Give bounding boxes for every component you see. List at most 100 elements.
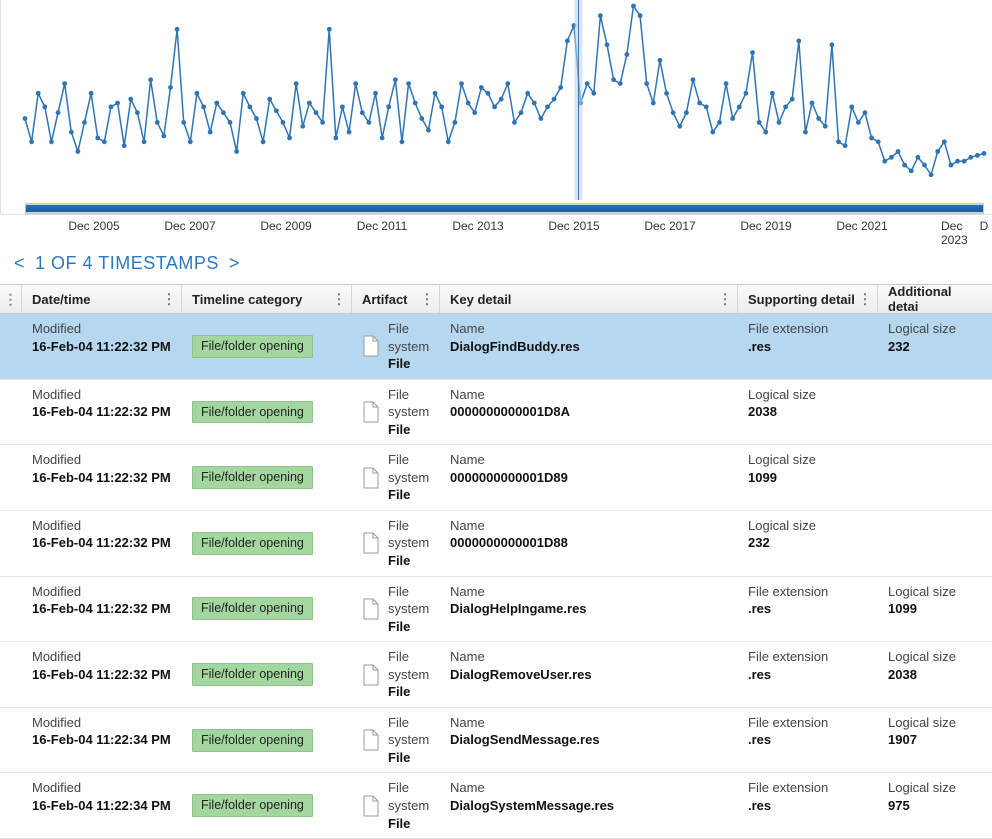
table-row[interactable]: Modified16-Feb-04 11:22:32 PMFile/folder… xyxy=(0,642,992,708)
cell-datetime: Modified16-Feb-04 11:22:32 PM xyxy=(22,380,182,445)
column-artifact[interactable]: Artifact ⋮ xyxy=(352,285,440,313)
chart-svg xyxy=(1,0,992,215)
x-axis-tick: Dec 2011 xyxy=(357,219,407,233)
results-grid-body[interactable]: Modified16-Feb-04 11:22:32 PMFile/folder… xyxy=(0,314,992,839)
cell-category: File/folder opening xyxy=(182,380,352,445)
x-axis-tick: Dec 2023 xyxy=(941,219,975,247)
cell-keydetail: Name0000000000001D8A xyxy=(440,380,738,445)
column-label: Additional detai xyxy=(888,284,982,314)
column-menu-icon[interactable]: ⋮ xyxy=(718,291,731,308)
cell-category: File/folder opening xyxy=(182,642,352,707)
column-menu-icon[interactable]: ⋮ xyxy=(420,291,433,308)
cell-supporting: File extension.res xyxy=(738,577,878,642)
x-axis-tick: Dec 2017 xyxy=(644,219,695,233)
cell-keydetail: NameDialogSystemMessage.res xyxy=(440,773,738,838)
file-icon xyxy=(362,532,380,554)
cell-supporting: File extension.res xyxy=(738,642,878,707)
pager-prev-button[interactable]: < xyxy=(14,253,25,274)
cell-artifact: File systemFile xyxy=(352,577,440,642)
cell-artifact: File systemFile xyxy=(352,642,440,707)
column-menu-icon[interactable]: ⋮ xyxy=(858,291,871,308)
category-pill: File/folder opening xyxy=(192,401,313,424)
cell-keydetail: Name0000000000001D89 xyxy=(440,445,738,510)
pager-next-button[interactable]: > xyxy=(229,253,240,274)
cell-category: File/folder opening xyxy=(182,314,352,379)
category-pill: File/folder opening xyxy=(192,335,313,358)
column-supporting[interactable]: Supporting detail ⋮ xyxy=(738,285,878,313)
cell-datetime: Modified16-Feb-04 11:22:32 PM xyxy=(22,511,182,576)
x-axis-tick: Dec 2015 xyxy=(548,219,599,233)
chart-scrollbar-thumb[interactable] xyxy=(26,205,983,212)
x-axis-tick: Dec 2007 xyxy=(164,219,215,233)
file-icon xyxy=(362,664,380,686)
results-grid-header: ⋮ Date/time ⋮ Timeline category ⋮ Artifa… xyxy=(0,284,992,314)
cell-keydetail: NameDialogFindBuddy.res xyxy=(440,314,738,379)
column-menu-icon[interactable]: ⋮ xyxy=(162,291,175,308)
x-axis-tick: Dec 2013 xyxy=(452,219,503,233)
cell-keydetail: Name0000000000001D88 xyxy=(440,511,738,576)
cell-category: File/folder opening xyxy=(182,773,352,838)
cell-supporting: File extension.res xyxy=(738,773,878,838)
cell-additional: Logical size1099 xyxy=(878,577,992,642)
column-keydetail[interactable]: Key detail ⋮ xyxy=(440,285,738,313)
table-row[interactable]: Modified16-Feb-04 11:22:34 PM File/folder… xyxy=(0,773,992,839)
cell-datetime: Modified16-Feb-04 11:22:34 PM xyxy=(22,773,182,838)
table-row[interactable]: Modified16-Feb-04 11:22:32 PM File/folder… xyxy=(0,380,992,446)
column-datetime[interactable]: Date/time ⋮ xyxy=(22,285,182,313)
cell-keydetail: NameDialogHelpIngame.res xyxy=(440,577,738,642)
pager-text: 1 OF 4 TIMESTAMPS xyxy=(35,253,219,274)
category-pill: File/folder opening xyxy=(192,729,313,752)
cell-additional: Logical size2038 xyxy=(878,642,992,707)
cell-artifact: File systemFile xyxy=(352,708,440,773)
file-icon xyxy=(362,401,380,423)
cell-keydetail: NameDialogRemoveUser.res xyxy=(440,642,738,707)
category-pill: File/folder opening xyxy=(192,597,313,620)
file-icon xyxy=(362,795,380,817)
cell-category: File/folder opening xyxy=(182,445,352,510)
timeline-chart[interactable] xyxy=(0,0,992,215)
cell-supporting: Logical size2038 xyxy=(738,380,878,445)
chart-scrollbar[interactable] xyxy=(25,203,984,214)
cell-supporting: Logical size232 xyxy=(738,511,878,576)
table-row[interactable]: Modified16-Feb-04 11:22:32 PM File/folder… xyxy=(0,511,992,577)
cell-additional xyxy=(878,380,992,445)
cell-datetime: Modified16-Feb-04 11:22:32 PM xyxy=(22,314,182,379)
cell-supporting: Logical size1099 xyxy=(738,445,878,510)
cell-category: File/folder opening xyxy=(182,511,352,576)
column-label: Supporting detail xyxy=(748,292,855,307)
column-row-handle[interactable]: ⋮ xyxy=(0,285,22,313)
file-icon xyxy=(362,467,380,489)
cell-additional: Logical size1907 xyxy=(878,708,992,773)
category-pill: File/folder opening xyxy=(192,466,313,489)
column-category[interactable]: Timeline category ⋮ xyxy=(182,285,352,313)
file-icon xyxy=(362,335,380,357)
cell-artifact: File systemFile xyxy=(352,314,440,379)
vertical-dots-icon: ⋮ xyxy=(4,297,18,302)
x-axis-tick: Dec 2021 xyxy=(836,219,887,233)
cell-supporting: File extension.res xyxy=(738,708,878,773)
table-row[interactable]: Modified16-Feb-04 11:22:32 PM File/folder… xyxy=(0,314,992,380)
cell-additional: Logical size975 xyxy=(878,773,992,838)
cell-supporting: File extension.res xyxy=(738,314,878,379)
cell-datetime: Modified16-Feb-04 11:22:32 PM xyxy=(22,577,182,642)
cell-category: File/folder opening xyxy=(182,577,352,642)
cell-additional: Logical size232 xyxy=(878,314,992,379)
table-row[interactable]: Modified16-Feb-04 11:22:32 PM File/folder… xyxy=(0,577,992,643)
x-axis-tick: Dec 2019 xyxy=(740,219,791,233)
cell-datetime: Modified16-Feb-04 11:22:34 PM xyxy=(22,708,182,773)
cell-artifact: File systemFile xyxy=(352,380,440,445)
column-label: Timeline category xyxy=(192,292,302,307)
category-pill: File/folder opening xyxy=(192,532,313,555)
cell-keydetail: NameDialogSendMessage.res xyxy=(440,708,738,773)
cell-datetime: Modified16-Feb-04 11:22:32 PM xyxy=(22,642,182,707)
cell-category: File/folder opening xyxy=(182,708,352,773)
column-menu-icon[interactable]: ⋮ xyxy=(332,291,345,308)
x-axis-tick: D xyxy=(980,219,989,233)
timestamp-pager: < 1 OF 4 TIMESTAMPS > xyxy=(0,239,992,284)
category-pill: File/folder opening xyxy=(192,794,313,817)
column-additional[interactable]: Additional detai xyxy=(878,285,992,313)
chart-x-axis: Dec 2005Dec 2007Dec 2009Dec 2011Dec 2013… xyxy=(0,215,992,239)
table-row[interactable]: Modified16-Feb-04 11:22:32 PMFile/folder… xyxy=(0,445,992,511)
table-row[interactable]: Modified16-Feb-04 11:22:34 PM File/folder… xyxy=(0,708,992,774)
column-label: Date/time xyxy=(32,292,91,307)
